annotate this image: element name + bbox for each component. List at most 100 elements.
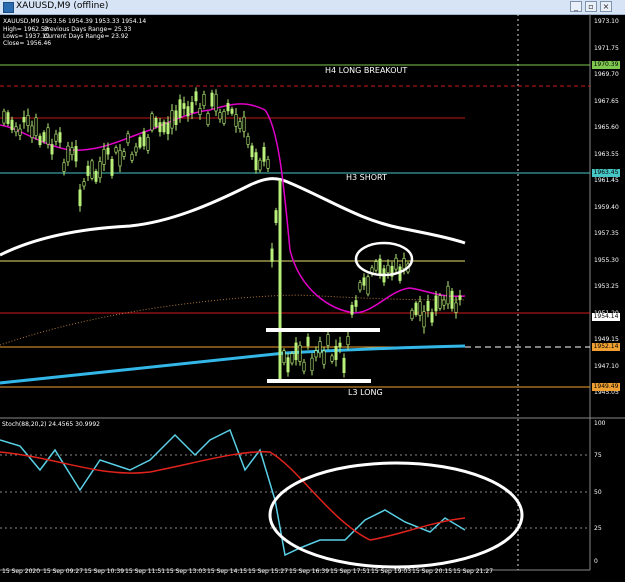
dotted-moving-average	[0, 294, 466, 346]
candle-body	[6, 112, 10, 124]
price-axis-label: 1959.40	[594, 203, 619, 211]
candle-body	[298, 345, 302, 362]
candle-body	[82, 181, 86, 187]
time-axis-label: 15 Sep 11:51	[125, 568, 166, 575]
candle-body	[270, 248, 274, 262]
candle-body	[458, 295, 462, 301]
price-axis-label: 1955.30	[594, 256, 619, 264]
l3-up-price-tag: 1952.14	[592, 343, 620, 351]
candle-body	[454, 302, 458, 313]
candle-body	[66, 145, 70, 163]
time-axis-label: 15 Sep 20:15	[412, 568, 453, 575]
candle-body	[242, 116, 246, 132]
candle-body	[366, 276, 370, 295]
candle-body	[62, 162, 66, 172]
annotation-bar-upper	[266, 328, 380, 332]
candle-body	[274, 210, 278, 223]
candle-body	[166, 122, 170, 135]
candle-body	[306, 336, 310, 347]
candle-body	[34, 117, 38, 136]
candle-body	[138, 137, 142, 148]
price-axis-label: 1965.60	[594, 124, 619, 131]
stoch-axis-label: 0	[594, 558, 598, 565]
candle-body	[402, 258, 406, 270]
time-axis-label: 15 Sep 14:15	[207, 568, 248, 575]
price-axis-label: 1973.10	[594, 18, 619, 25]
candle-body	[218, 112, 222, 120]
candle-body	[226, 103, 230, 112]
candle-body	[206, 113, 210, 125]
candle-body	[410, 309, 414, 320]
candle-body	[418, 301, 422, 316]
time-axis-label: 15 Sep 17:51	[330, 568, 371, 575]
candle-body	[94, 170, 98, 182]
candle-body	[114, 147, 118, 153]
candle-body	[78, 189, 82, 207]
candle-body	[238, 121, 242, 129]
candle-body	[350, 304, 354, 315]
candle-body	[90, 160, 94, 179]
candle-body	[102, 149, 106, 165]
candle-body	[110, 159, 114, 176]
candle-body	[190, 102, 194, 113]
l3-price-tag: 1949.49	[592, 383, 620, 391]
candle-body	[310, 357, 314, 372]
candle-body	[150, 113, 154, 131]
candle-body	[30, 125, 34, 138]
candle-body	[442, 299, 446, 306]
candle-body	[302, 361, 306, 372]
candle-body	[86, 165, 90, 176]
candle-body	[178, 99, 182, 118]
time-axis-label: 15 Sep 21:27	[453, 568, 494, 575]
candle-body	[330, 355, 334, 362]
current-price-tag: 1954.14	[592, 313, 620, 321]
candle-body	[386, 264, 390, 274]
candle-body	[318, 341, 322, 354]
candle-body	[322, 350, 326, 365]
candle-body	[26, 115, 30, 126]
price-axis-label: 1949.15	[594, 336, 619, 343]
price-axis-label: 1969.70	[594, 71, 619, 78]
price-axis-label: 1967.65	[594, 97, 619, 105]
high-label: High= 1962.52	[3, 26, 49, 33]
candle-body	[246, 136, 250, 145]
previous-range-label: Previous Days Range= 25.33	[44, 26, 132, 33]
time-axis-label: 15 Sep 19:03	[371, 568, 412, 575]
h3-level-label: H3 SHORT	[346, 173, 387, 182]
candle-body	[426, 301, 430, 312]
candle-body	[194, 91, 198, 102]
candle-body	[282, 350, 286, 363]
candle-body	[326, 334, 330, 346]
candle-body	[186, 106, 190, 117]
candle-body	[314, 350, 318, 358]
candle-body	[42, 132, 46, 142]
candle-body	[182, 103, 186, 109]
fast-moving-average	[0, 103, 466, 314]
candle-body	[158, 122, 162, 133]
h4-level-label: H4 LONG BREAKOUT	[325, 66, 408, 75]
candle-body	[234, 114, 238, 127]
candle-body	[422, 311, 426, 328]
candle-body	[54, 133, 58, 142]
stoch-d-line	[0, 451, 466, 541]
candle-body	[254, 152, 258, 171]
candle-body	[446, 285, 450, 305]
time-axis-label: 15 Sep 09:27	[43, 568, 84, 575]
candle-body	[266, 159, 270, 169]
candle-body	[210, 92, 214, 107]
candle-body	[354, 300, 358, 307]
price-axis-label: 1971.75	[594, 44, 619, 52]
stoch-axis-label: 100	[594, 420, 606, 427]
candle-body	[434, 295, 438, 312]
long-moving-average	[0, 344, 466, 385]
candle-body	[286, 357, 290, 373]
candle-body	[134, 146, 138, 153]
candle-body	[18, 128, 22, 136]
candle-body	[142, 131, 146, 147]
candle-body	[334, 345, 338, 360]
lows-label: Lows= 1937.19	[3, 33, 50, 40]
candle-body	[202, 94, 206, 106]
price-chart[interactable]	[0, 0, 625, 582]
close-label: Close= 1956.46	[3, 40, 52, 47]
current-range-label: Current Days Range= 23.92	[44, 33, 129, 40]
